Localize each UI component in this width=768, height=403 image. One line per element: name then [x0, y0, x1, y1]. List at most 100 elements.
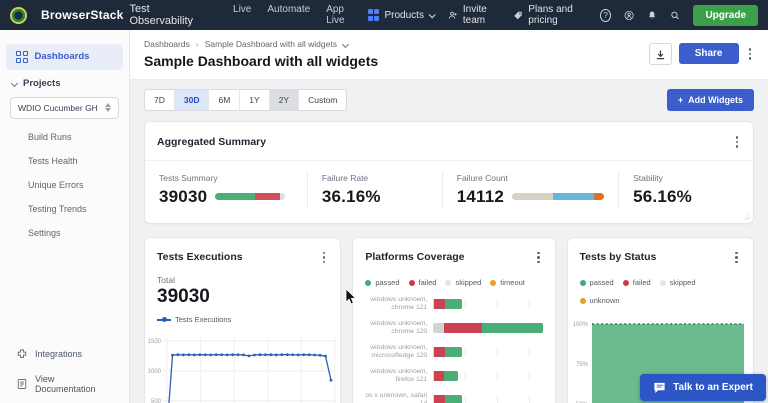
stat-label: Tests Summary	[159, 172, 218, 183]
sidebar-bottom: Integrations View Documentation	[0, 341, 129, 403]
platforms-coverage-title: Platforms Coverage	[365, 251, 465, 264]
browserstack-logo-icon[interactable]	[10, 6, 27, 24]
resize-handle-icon[interactable]	[743, 212, 750, 220]
aggregated-summary-kebab-menu[interactable]	[733, 131, 742, 153]
failed-segment	[444, 323, 483, 334]
plans-pricing-button[interactable]: Plans and pricing	[513, 4, 587, 26]
legend-item-timeout[interactable]: timeout	[490, 278, 525, 287]
sidebar-item-unique-errors[interactable]: Unique Errors	[0, 173, 129, 197]
legend-item-passed[interactable]: passed	[365, 278, 400, 287]
tests-executions-header: Tests Executions	[145, 238, 340, 276]
chevron-down-icon[interactable]	[341, 40, 350, 48]
legend-label: skipped	[455, 278, 482, 287]
platform-bar[interactable]	[433, 299, 545, 310]
passed-segment	[445, 299, 463, 310]
platform-label: windows unknown, chrome 120	[370, 319, 428, 336]
products-menu[interactable]: Products	[367, 9, 436, 21]
tests-executions-chart[interactable]: 1500 1000 500	[145, 329, 341, 403]
platform-label: windows unknown, firefox 121	[370, 367, 428, 384]
account-icon[interactable]	[624, 9, 634, 22]
sidebar-item-build-runs[interactable]: Build Runs	[0, 125, 129, 149]
help-icon[interactable]: ?	[600, 8, 611, 22]
tests-summary-minibar	[215, 193, 286, 200]
legend-item-skipped[interactable]: skipped	[659, 278, 696, 287]
sidebar-item-settings[interactable]: Settings	[0, 221, 129, 245]
range-tab-2y[interactable]: 2Y	[269, 90, 300, 110]
dashboards-icon	[16, 51, 28, 63]
brand-name[interactable]: BrowserStack	[41, 8, 123, 22]
range-tab-1y[interactable]: 1Y	[240, 90, 270, 110]
tests-executions-kebab-menu[interactable]	[320, 247, 329, 269]
search-icon[interactable]	[670, 9, 680, 22]
legend-item-failed[interactable]: failed	[622, 278, 651, 287]
download-button[interactable]	[648, 43, 672, 65]
sidebar-item-view-documentation[interactable]: View Documentation	[6, 367, 123, 401]
notifications-bell-icon[interactable]	[647, 9, 657, 22]
total-label: Total	[157, 275, 175, 285]
nav-link-live[interactable]: Live	[233, 4, 251, 26]
range-tab-7d[interactable]: 7D	[145, 90, 175, 110]
stat-value: 39030	[159, 186, 208, 206]
platform-bar-row: windows unknown, microsoftedge 120	[357, 344, 545, 361]
platforms-coverage-kebab-menu[interactable]	[534, 247, 543, 269]
invite-team-button[interactable]: Invite team	[448, 4, 500, 26]
legend-label: Tests Executions	[175, 315, 232, 324]
share-button[interactable]: Share	[678, 43, 739, 64]
range-tab-custom[interactable]: Custom	[299, 90, 347, 110]
tests-by-status-legend: passed failed skipped unknown	[568, 275, 753, 310]
stat-value: 14112	[456, 186, 505, 206]
range-tab-6m[interactable]: 6M	[209, 90, 241, 110]
breadcrumb-dashboards[interactable]: Dashboards	[144, 39, 190, 49]
breadcrumb-current[interactable]: Sample Dashboard with all widgets	[205, 39, 337, 49]
tag-icon	[514, 11, 523, 19]
project-selector[interactable]: WDIO Cucumber GH	[10, 96, 119, 119]
integrations-label: Integrations	[35, 349, 83, 359]
failed-segment	[434, 299, 446, 310]
legend-item-skipped[interactable]: skipped	[445, 278, 481, 287]
legend-item-passed[interactable]: passed	[579, 278, 614, 287]
add-widgets-button[interactable]: + Add Widgets	[666, 89, 754, 111]
legend-item-unknown[interactable]: unknown	[579, 296, 620, 305]
page-header: Dashboards › Sample Dashboard with all w…	[130, 30, 768, 80]
svg-text:75%: 75%	[576, 362, 589, 368]
topnav-right: Invite team Plans and pricing ? Upgrade	[448, 4, 759, 26]
unknown-dot-icon	[579, 297, 586, 304]
platforms-coverage-chart[interactable]: windows unknown, chrome 121 windows unkno…	[353, 292, 555, 403]
project-selector-value: WDIO Cucumber GH	[18, 102, 98, 113]
chat-bubble-icon	[654, 382, 665, 394]
add-widgets-label: Add Widgets	[688, 95, 743, 105]
platform-bar-row: windows unknown, chrome 121	[357, 296, 545, 313]
aggregated-summary-card: Aggregated Summary Tests Summary 39030 F…	[144, 121, 754, 224]
total-value: 39030	[157, 286, 210, 307]
sidebar-item-dashboards[interactable]: Dashboards	[6, 44, 123, 70]
stat-value: 36.16%	[321, 186, 381, 206]
plans-pricing-label: Plans and pricing	[528, 4, 573, 26]
platform-bar[interactable]	[433, 371, 545, 382]
talk-to-expert-button[interactable]: Talk to an Expert	[640, 374, 766, 401]
sidebar-item-integrations[interactable]: Integrations	[6, 341, 123, 367]
header-kebab-menu[interactable]	[746, 43, 755, 65]
sidebar-item-tests-health[interactable]: Tests Health	[0, 149, 129, 173]
stat-failure-rate: Failure Rate 36.16%	[306, 170, 442, 209]
sidebar-projects-toggle[interactable]: Projects	[0, 70, 129, 95]
range-tab-30d[interactable]: 30D	[174, 90, 210, 110]
passed-dot-icon	[579, 279, 586, 286]
sidebar-item-testing-trends[interactable]: Testing Trends	[0, 197, 129, 221]
legend-item-failed[interactable]: failed	[408, 278, 437, 287]
products-label: Products	[384, 9, 424, 21]
legend-item-tests-executions[interactable]: Tests Executions	[157, 315, 231, 324]
platform-bar[interactable]	[433, 347, 545, 358]
failed-segment	[434, 347, 446, 358]
upgrade-button[interactable]: Upgrade	[693, 4, 759, 26]
platform-bar[interactable]	[433, 395, 545, 403]
nav-link-app-live[interactable]: App Live	[326, 4, 348, 26]
svg-text:100%: 100%	[572, 322, 588, 328]
legend-label: failed	[418, 278, 437, 287]
chevron-down-icon	[428, 10, 436, 18]
platform-bar[interactable]	[433, 323, 545, 334]
main-content: Dashboards › Sample Dashboard with all w…	[130, 30, 768, 403]
top-nav-links: Live Automate App Live	[233, 4, 348, 26]
tests-by-status-kebab-menu[interactable]	[732, 247, 741, 269]
legend-label: passed	[375, 278, 400, 287]
nav-link-automate[interactable]: Automate	[267, 4, 310, 26]
